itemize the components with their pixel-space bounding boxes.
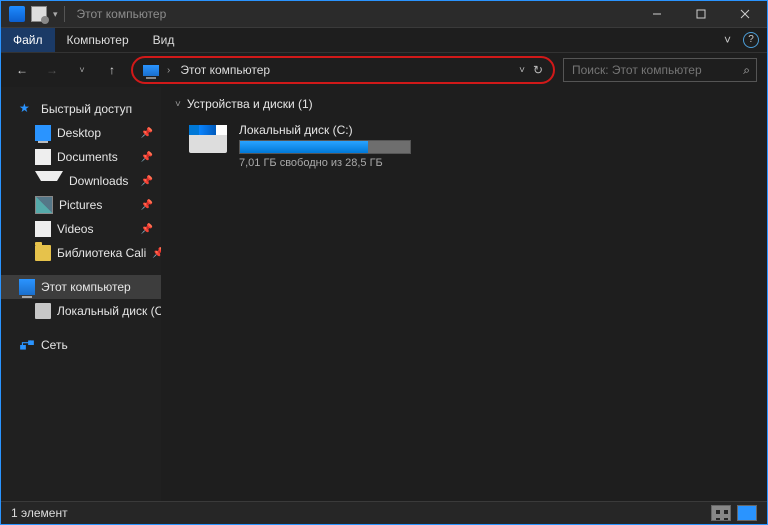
folder-icon bbox=[35, 245, 51, 261]
sidebar-item-label: Локальный диск (C bbox=[57, 304, 161, 318]
ribbon-tabs: Файл Компьютер Вид ˅ ? bbox=[1, 28, 767, 53]
drive-info: Локальный диск (C:) 7,01 ГБ свободно из … bbox=[239, 123, 411, 169]
drive-usage-bar bbox=[239, 140, 411, 154]
videos-icon bbox=[35, 221, 51, 237]
app-icon bbox=[9, 6, 25, 22]
minimize-button[interactable] bbox=[635, 1, 679, 27]
sidebar-item-videos[interactable]: Videos 📌 bbox=[1, 217, 161, 241]
pin-icon: 📌 bbox=[152, 248, 161, 259]
sidebar-item-network[interactable]: Сеть bbox=[1, 333, 161, 357]
nav-pane: ★ Быстрый доступ Desktop 📌 Documents 📌 D… bbox=[1, 87, 161, 501]
qat-separator bbox=[64, 6, 65, 22]
pin-icon: 📌 bbox=[141, 176, 153, 187]
explorer-window: ▾ Этот компьютер Файл Компьютер Вид ˅ ? … bbox=[0, 0, 768, 525]
status-item-count: 1 элемент bbox=[11, 506, 68, 520]
drive-usage-fill bbox=[240, 141, 368, 153]
hdd-icon bbox=[35, 303, 51, 319]
refresh-icon[interactable]: ↻ bbox=[533, 63, 543, 77]
maximize-button[interactable] bbox=[679, 1, 723, 27]
this-pc-icon bbox=[19, 279, 35, 295]
sidebar-item-desktop[interactable]: Desktop 📌 bbox=[1, 121, 161, 145]
document-icon bbox=[35, 149, 51, 165]
drive-icon bbox=[189, 125, 227, 153]
star-icon: ★ bbox=[19, 101, 35, 117]
tab-file[interactable]: Файл bbox=[1, 28, 55, 52]
sidebar-item-this-pc[interactable]: Этот компьютер bbox=[1, 275, 161, 299]
sidebar-item-label: Библиотека Cali bbox=[57, 246, 146, 260]
ribbon-expand-icon[interactable]: ˅ bbox=[724, 33, 731, 47]
search-box[interactable]: ⌕ bbox=[563, 58, 757, 82]
view-tiles-button[interactable] bbox=[711, 505, 731, 521]
chevron-right-icon[interactable]: › bbox=[167, 65, 170, 76]
sidebar-item-downloads[interactable]: Downloads 📌 bbox=[1, 169, 161, 193]
group-header-label: Устройства и диски (1) bbox=[187, 97, 313, 111]
pin-icon: 📌 bbox=[141, 224, 153, 235]
drive-name: Локальный диск (C:) bbox=[239, 123, 411, 137]
sidebar-item-label: Documents bbox=[57, 150, 118, 164]
group-header-devices-and-drives[interactable]: ˅ Устройства и диски (1) bbox=[161, 87, 767, 117]
address-history-icon[interactable]: ˅ bbox=[519, 65, 525, 76]
sidebar-item-label: Pictures bbox=[59, 198, 102, 212]
network-icon bbox=[19, 337, 35, 353]
sidebar-item-calibre-library[interactable]: Библиотека Cali 📌 bbox=[1, 241, 161, 265]
sidebar-item-label: Videos bbox=[57, 222, 93, 236]
view-details-button[interactable] bbox=[737, 505, 757, 521]
back-button[interactable]: ← bbox=[11, 59, 33, 81]
close-button[interactable] bbox=[723, 1, 767, 27]
address-path[interactable] bbox=[178, 62, 442, 78]
chevron-down-icon[interactable]: ˅ bbox=[175, 99, 181, 110]
up-button[interactable]: ↑ bbox=[101, 59, 123, 81]
address-bar[interactable]: › ˅ ↻ bbox=[131, 56, 555, 84]
body: ★ Быстрый доступ Desktop 📌 Documents 📌 D… bbox=[1, 87, 767, 501]
pin-icon: 📌 bbox=[141, 200, 153, 211]
qat-properties-icon[interactable] bbox=[31, 6, 47, 22]
tab-computer[interactable]: Компьютер bbox=[55, 28, 141, 52]
nav-address-row: ← → ˅ ↑ › ˅ ↻ ⌕ bbox=[1, 53, 767, 87]
sidebar-item-pictures[interactable]: Pictures 📌 bbox=[1, 193, 161, 217]
sidebar-item-label: Этот компьютер bbox=[41, 280, 131, 294]
qat-dropdown-icon[interactable]: ▾ bbox=[53, 9, 58, 20]
window-title: Этот компьютер bbox=[73, 7, 167, 21]
title-bar: ▾ Этот компьютер bbox=[1, 1, 767, 28]
recent-locations-icon[interactable]: ˅ bbox=[71, 59, 93, 81]
pin-icon: 📌 bbox=[141, 152, 153, 163]
title-bar-left: ▾ Этот компьютер bbox=[1, 1, 166, 27]
tab-view[interactable]: Вид bbox=[141, 28, 187, 52]
drive-subtext: 7,01 ГБ свободно из 28,5 ГБ bbox=[239, 157, 411, 169]
status-bar: 1 элемент bbox=[1, 501, 767, 524]
sidebar-item-documents[interactable]: Documents 📌 bbox=[1, 145, 161, 169]
help-icon[interactable]: ? bbox=[743, 32, 759, 48]
drive-local-c[interactable]: Локальный диск (C:) 7,01 ГБ свободно из … bbox=[161, 117, 767, 169]
forward-button[interactable]: → bbox=[41, 59, 63, 81]
sidebar-item-quick-access[interactable]: ★ Быстрый доступ bbox=[1, 97, 161, 121]
address-right: ˅ ↻ bbox=[519, 63, 543, 77]
window-controls bbox=[635, 1, 767, 27]
download-icon bbox=[35, 171, 63, 197]
sidebar-item-label: Desktop bbox=[57, 126, 101, 140]
desktop-icon bbox=[35, 125, 51, 141]
quick-access-toolbar: ▾ bbox=[1, 1, 73, 27]
pin-icon: 📌 bbox=[141, 128, 153, 139]
sidebar-item-label: Сеть bbox=[41, 338, 68, 352]
view-mode-buttons bbox=[711, 505, 757, 521]
sidebar-item-label: Быстрый доступ bbox=[41, 102, 132, 116]
sidebar-item-label: Downloads bbox=[69, 174, 128, 188]
sidebar-item-local-disk-c[interactable]: Локальный диск (C bbox=[1, 299, 161, 323]
content-area: ˅ Устройства и диски (1) Локальный диск … bbox=[161, 87, 767, 501]
pictures-icon bbox=[35, 196, 53, 214]
this-pc-icon bbox=[143, 65, 159, 76]
search-input[interactable] bbox=[570, 62, 743, 78]
search-icon[interactable]: ⌕ bbox=[743, 63, 750, 78]
